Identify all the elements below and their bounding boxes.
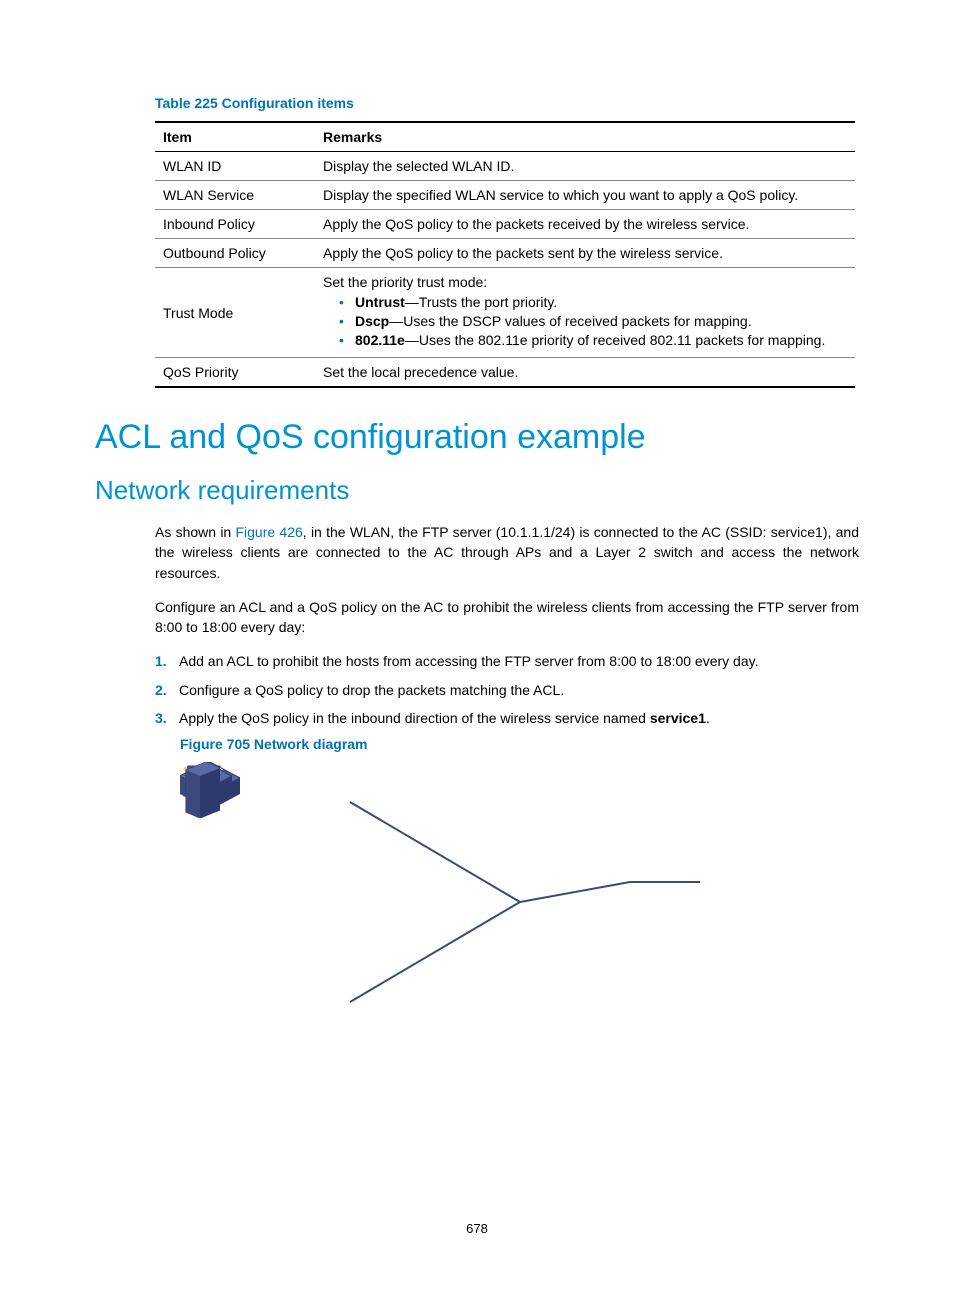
trust-bullet: 802.11e—Uses the 802.11e priority of rec… bbox=[343, 332, 847, 348]
paragraph: As shown in Figure 426, in the WLAN, the… bbox=[155, 522, 859, 583]
list-text: Apply the QoS policy in the inbound dire… bbox=[179, 710, 650, 726]
figure-link[interactable]: Figure 426 bbox=[235, 524, 302, 540]
table-row: QoS Priority Set the local precedence va… bbox=[155, 358, 855, 388]
trust-bullet: Untrust—Trusts the port priority. bbox=[343, 294, 847, 310]
para-text: As shown in bbox=[155, 524, 235, 540]
list-text: Configure a QoS policy to drop the packe… bbox=[179, 682, 564, 698]
table-row: Inbound Policy Apply the QoS policy to t… bbox=[155, 210, 855, 239]
cell-remarks: Set the local precedence value. bbox=[315, 358, 855, 388]
list-number: 3. bbox=[155, 708, 167, 728]
server-icon bbox=[180, 762, 220, 818]
network-diagram: ((●)) ((●)) bbox=[180, 762, 700, 1042]
page-number: 678 bbox=[0, 1221, 954, 1236]
figure-caption: Figure 705 Network diagram bbox=[180, 736, 859, 752]
section-heading: ACL and QoS configuration example bbox=[95, 418, 859, 457]
subsection-heading: Network requirements bbox=[95, 475, 859, 506]
cell-remarks: Display the specified WLAN service to wh… bbox=[315, 181, 855, 210]
bullet-bold: Dscp bbox=[355, 313, 389, 329]
table-row: Outbound Policy Apply the QoS policy to … bbox=[155, 239, 855, 268]
list-number: 2. bbox=[155, 680, 167, 700]
th-item: Item bbox=[155, 122, 315, 152]
cell-item: WLAN ID bbox=[155, 152, 315, 181]
cell-remarks: Apply the QoS policy to the packets sent… bbox=[315, 239, 855, 268]
numbered-list: 1. Add an ACL to prohibit the hosts from … bbox=[155, 651, 859, 728]
bullet-bold: 802.11e bbox=[355, 332, 405, 348]
bullet-bold: Untrust bbox=[355, 294, 405, 310]
cell-item: Inbound Policy bbox=[155, 210, 315, 239]
list-item: 3. Apply the QoS policy in the inbound di… bbox=[155, 708, 859, 728]
trust-intro: Set the priority trust mode: bbox=[323, 274, 487, 290]
list-bold: service1 bbox=[650, 710, 706, 726]
list-item: 1. Add an ACL to prohibit the hosts from … bbox=[155, 651, 859, 671]
bullet-text: —Uses the DSCP values of received packet… bbox=[389, 313, 751, 329]
cell-item: WLAN Service bbox=[155, 181, 315, 210]
th-remarks: Remarks bbox=[315, 122, 855, 152]
table-row: WLAN ID Display the selected WLAN ID. bbox=[155, 152, 855, 181]
bullet-text: —Trusts the port priority. bbox=[405, 294, 557, 310]
cell-item: Trust Mode bbox=[155, 268, 315, 358]
cell-item: QoS Priority bbox=[155, 358, 315, 388]
list-text: Add an ACL to prohibit the hosts from ac… bbox=[179, 653, 758, 669]
list-text: . bbox=[706, 710, 710, 726]
trust-bullet: Dscp—Uses the DSCP values of received pa… bbox=[343, 313, 847, 329]
config-table: Item Remarks WLAN ID Display the selecte… bbox=[155, 121, 855, 388]
cell-remarks: Set the priority trust mode: Untrust—Tru… bbox=[315, 268, 855, 358]
table-row: WLAN Service Display the specified WLAN … bbox=[155, 181, 855, 210]
cell-remarks: Display the selected WLAN ID. bbox=[315, 152, 855, 181]
bullet-text: —Uses the 802.11e priority of received 8… bbox=[405, 332, 826, 348]
list-number: 1. bbox=[155, 651, 167, 671]
paragraph: Configure an ACL and a QoS policy on the… bbox=[155, 597, 859, 638]
list-item: 2. Configure a QoS policy to drop the pac… bbox=[155, 680, 859, 700]
cell-item: Outbound Policy bbox=[155, 239, 315, 268]
table-caption: Table 225 Configuration items bbox=[95, 95, 859, 111]
table-row-trust: Trust Mode Set the priority trust mode: … bbox=[155, 268, 855, 358]
cell-remarks: Apply the QoS policy to the packets rece… bbox=[315, 210, 855, 239]
